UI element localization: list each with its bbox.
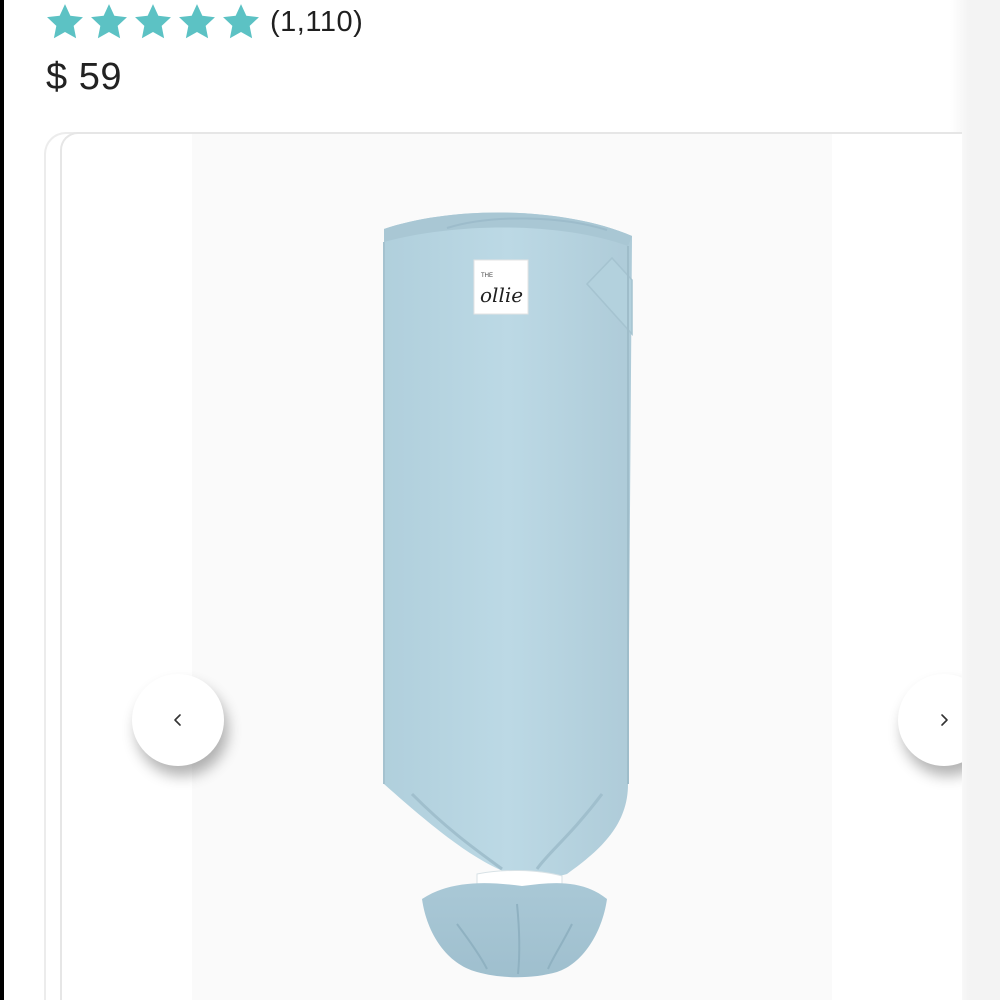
product-page: (1,110) $ 59 THE ollie xyxy=(0,0,1000,1000)
chevron-left-icon xyxy=(174,714,181,726)
star-icon xyxy=(47,4,83,39)
swaddle-product-image: THE ollie xyxy=(383,212,633,978)
star-rating xyxy=(44,1,262,43)
carousel-prev-button[interactable] xyxy=(132,674,224,766)
star-icon xyxy=(223,4,259,39)
chevron-right-icon xyxy=(941,714,948,726)
star-icon xyxy=(135,4,171,39)
review-count[interactable]: (1,110) xyxy=(270,6,363,39)
brand-tag-script: ollie xyxy=(480,283,523,307)
product-price: $ 59 xyxy=(46,56,122,98)
rating-row[interactable]: (1,110) xyxy=(44,0,363,44)
brand-tag-small: THE xyxy=(481,273,493,279)
product-image-carousel: THE ollie xyxy=(60,132,962,1000)
star-icon xyxy=(91,4,127,39)
window-edge xyxy=(0,0,4,1000)
star-icon xyxy=(179,4,215,39)
